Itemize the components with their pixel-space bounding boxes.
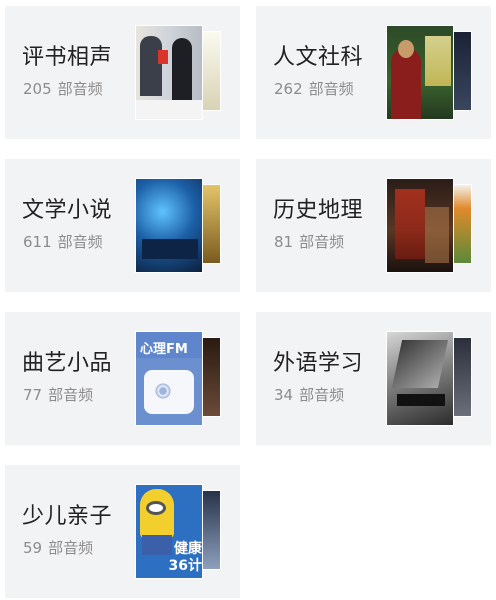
category-title: 评书相声 — [22, 45, 113, 70]
audio-count-unit: 部音频 — [57, 80, 103, 98]
category-title: 少儿亲子 — [22, 504, 113, 529]
cover-front-image: 心理FM — [135, 331, 203, 426]
category-title: 历史地理 — [273, 198, 364, 223]
category-count: 81 部音频 — [274, 231, 344, 252]
category-count: 205 部音频 — [23, 78, 103, 99]
cover-stack — [386, 178, 472, 273]
category-count: 59 部音频 — [23, 537, 93, 558]
cover-back-image — [453, 337, 472, 417]
category-card-lishi-dili[interactable]: 历史地理 81 部音频 — [256, 159, 491, 292]
category-count: 34 部音频 — [274, 384, 344, 405]
category-card-pingshu-xiangsheng[interactable]: 评书相声 205 部音频 — [5, 6, 240, 139]
cover-front-image: 健康36计 — [135, 484, 203, 579]
audio-count-number: 77 — [23, 386, 43, 404]
cover-front-image — [135, 178, 203, 273]
cover-stack: 心理FM — [135, 331, 221, 426]
category-count: 611 部音频 — [23, 231, 103, 252]
audio-count-unit: 部音频 — [299, 233, 345, 251]
cover-stack — [135, 178, 221, 273]
category-card-shaoer-qinzi[interactable]: 少儿亲子 59 部音频 健康36计 — [5, 465, 240, 598]
cover-front-image — [386, 25, 454, 120]
audio-count-number: 611 — [23, 233, 52, 251]
category-count: 262 部音频 — [274, 78, 354, 99]
category-card-wenxue-xiaoshuo[interactable]: 文学小说 611 部音频 — [5, 159, 240, 292]
cover-back-image — [202, 337, 221, 417]
cover-label: 健康36计 — [168, 541, 202, 574]
category-card-waiyu-xuexi[interactable]: 外语学习 34 部音频 — [256, 312, 491, 445]
category-title: 曲艺小品 — [22, 351, 113, 376]
category-count: 77 部音频 — [23, 384, 93, 405]
cover-back-image — [453, 184, 472, 264]
category-title: 人文社科 — [273, 45, 364, 70]
cover-stack — [386, 25, 472, 120]
cover-back-image — [202, 184, 221, 264]
cover-stack — [135, 25, 221, 120]
cover-back-image — [202, 490, 221, 570]
audio-count-number: 34 — [274, 386, 294, 404]
cover-stack — [386, 331, 472, 426]
category-title: 外语学习 — [273, 351, 364, 376]
audio-count-number: 205 — [23, 80, 52, 98]
audio-count-unit: 部音频 — [299, 386, 345, 404]
audio-count-unit: 部音频 — [48, 386, 94, 404]
category-card-renwen-sheke[interactable]: 人文社科 262 部音频 — [256, 6, 491, 139]
audio-count-unit: 部音频 — [48, 539, 94, 557]
cover-stack: 健康36计 — [135, 484, 221, 579]
audio-count-number: 262 — [274, 80, 303, 98]
cover-front-image — [386, 331, 454, 426]
audio-count-number: 59 — [23, 539, 43, 557]
audio-count-unit: 部音频 — [57, 233, 103, 251]
cover-front-image — [135, 25, 203, 120]
audio-count-unit: 部音频 — [308, 80, 354, 98]
audio-count-number: 81 — [274, 233, 294, 251]
cover-label: 心理FM — [140, 342, 188, 357]
cover-back-image — [202, 31, 221, 111]
category-card-quyi-xiaopin[interactable]: 曲艺小品 77 部音频 心理FM — [5, 312, 240, 445]
cover-back-image — [453, 31, 472, 111]
cover-front-image — [386, 178, 454, 273]
category-title: 文学小说 — [22, 198, 113, 223]
